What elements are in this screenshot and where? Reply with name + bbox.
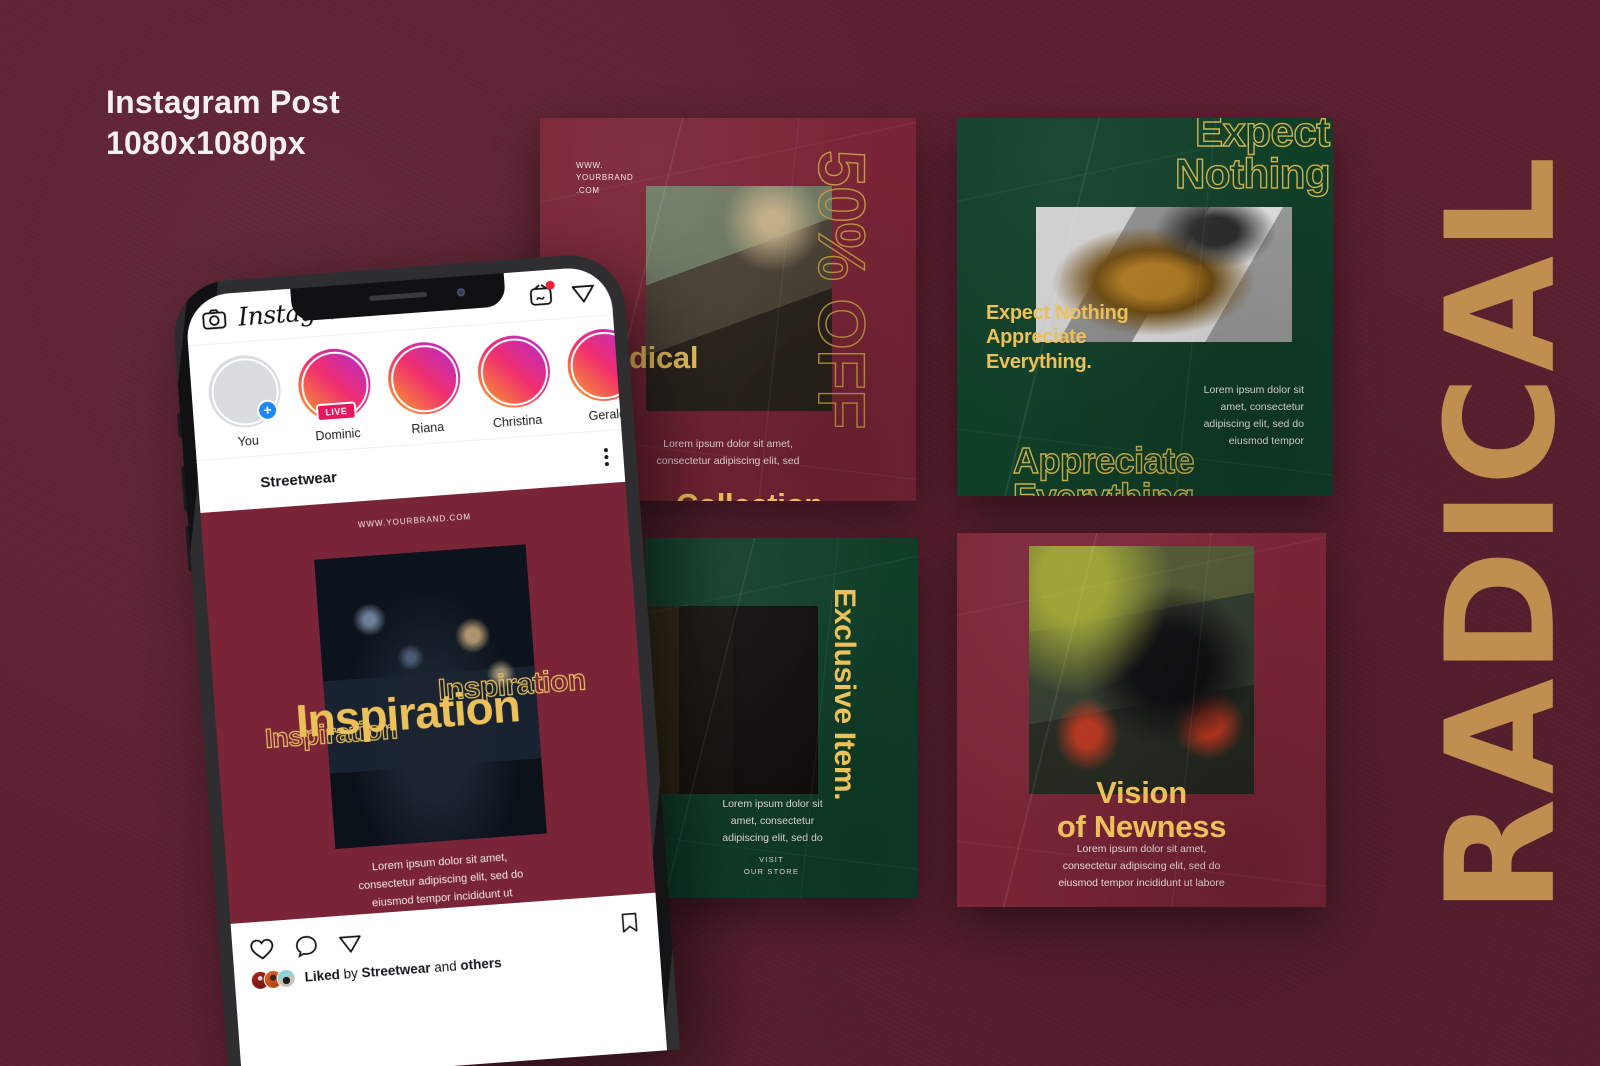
post-content: WWW.YOURBRAND.COM Inspiration Inspiratio… bbox=[200, 481, 656, 924]
camera-icon[interactable] bbox=[200, 305, 228, 333]
likes-and: and bbox=[433, 958, 458, 976]
front-camera bbox=[456, 288, 466, 297]
story-name: Dominic bbox=[315, 426, 362, 444]
card-1-discount-outline: 50% OFF bbox=[804, 149, 879, 429]
story-avatar bbox=[480, 337, 544, 343]
card-3-cta-line2: OUR STORE bbox=[743, 866, 800, 876]
post-author-avatar[interactable] bbox=[212, 466, 248, 503]
card-vision-of-newness[interactable]: Vision of Newness Lorem ipsum dolor sit … bbox=[957, 533, 1326, 907]
likes-mid: by bbox=[343, 965, 359, 982]
card-2-body: Lorem ipsum dolor sit amet, consectetur … bbox=[1203, 384, 1304, 447]
liker-avatars bbox=[250, 968, 297, 991]
story-ring bbox=[475, 333, 553, 411]
story-avatar bbox=[390, 344, 454, 350]
page-title: Instagram Post 1080x1080px bbox=[106, 82, 340, 164]
card-3-cta-line1: VISIT bbox=[759, 855, 784, 864]
story-name: Riana bbox=[410, 419, 445, 437]
likes-others[interactable]: others bbox=[460, 955, 502, 973]
card-4-title-line1: Vision bbox=[1096, 775, 1187, 810]
post-author-name[interactable]: Streetwear bbox=[260, 468, 338, 491]
story-item[interactable]: Riana bbox=[384, 339, 467, 438]
story-ring bbox=[385, 339, 463, 417]
card-1-brand-url: WWW. YOURBRAND .COM bbox=[576, 160, 633, 197]
story-item[interactable]: LIVE Dominic bbox=[294, 346, 377, 444]
card-1-title-bottom: Collection bbox=[676, 487, 823, 501]
card-1-brand-line3: .COM bbox=[576, 185, 600, 195]
card-2-title: Expect Nothing Appreciate Everything. bbox=[986, 301, 1129, 374]
share-icon[interactable] bbox=[336, 929, 364, 957]
phone-mockup: Instagram bbox=[170, 251, 680, 1066]
card-3-cta[interactable]: VISIT OUR STORE bbox=[645, 854, 898, 877]
story-item[interactable]: + You bbox=[204, 352, 287, 451]
story-avatar bbox=[569, 331, 633, 336]
post-options-icon[interactable] bbox=[603, 447, 610, 467]
card-4-photo bbox=[1029, 546, 1254, 794]
direct-message-icon[interactable] bbox=[569, 278, 597, 306]
likes-prefix: Liked bbox=[304, 967, 341, 985]
page-title-line2: 1080x1080px bbox=[106, 124, 306, 161]
card-2-title-line3: Everything. bbox=[986, 350, 1092, 373]
card-2-title-line2: Appreciate bbox=[986, 326, 1087, 349]
card-1-brand-line1: WWW. bbox=[576, 161, 604, 170]
card-3-body: Lorem ipsum dolor sit amet, consectetur … bbox=[722, 798, 823, 844]
add-story-plus-icon[interactable]: + bbox=[256, 399, 279, 422]
igtv-notification-dot bbox=[545, 280, 555, 291]
card-expect-nothing[interactable]: Expect Nothing Expect Nothing Appreciate… bbox=[957, 118, 1333, 496]
earpiece-speaker bbox=[368, 291, 428, 302]
bookmark-icon[interactable] bbox=[617, 909, 643, 935]
likes-author[interactable]: Streetwear bbox=[361, 960, 431, 980]
story-avatar bbox=[300, 351, 364, 356]
phone-screen: Instagram bbox=[184, 265, 668, 1066]
radical-vertical-text: RADICAL bbox=[1415, 152, 1590, 914]
story-avatar bbox=[210, 357, 274, 363]
card-2-outline-bottom-line2: Everything. bbox=[1012, 475, 1204, 496]
phone-body: Instagram bbox=[170, 251, 680, 1066]
story-name: You bbox=[237, 433, 260, 450]
card-1-brand-line2: YOURBRAND bbox=[576, 173, 634, 183]
page-title-line1: Instagram Post bbox=[106, 84, 340, 120]
card-4-title: Vision of Newness bbox=[957, 775, 1326, 845]
liker-avatar bbox=[276, 968, 297, 989]
card-2-outline-top-line2: Nothing bbox=[1174, 149, 1331, 197]
radical-vertical-wordmark: RADICAL bbox=[1402, 0, 1600, 1066]
igtv-icon[interactable] bbox=[527, 280, 555, 309]
live-badge: LIVE bbox=[315, 401, 357, 423]
card-3-title: Exclusive Item. bbox=[828, 588, 861, 801]
card-3-photo bbox=[645, 606, 818, 794]
comment-icon[interactable] bbox=[292, 932, 320, 960]
story-name: Christina bbox=[492, 412, 543, 431]
like-icon[interactable] bbox=[248, 935, 277, 964]
card-4-title-line2: of Newness bbox=[1056, 809, 1227, 845]
card-4-body: Lorem ipsum dolor sit amet, consectetur … bbox=[1058, 843, 1225, 889]
story-item[interactable]: Christina bbox=[473, 333, 556, 431]
card-exclusive-item[interactable]: Exclusive Item. Lorem ipsum dolor sit am… bbox=[645, 538, 918, 898]
card-2-title-line1: Expect Nothing bbox=[986, 302, 1129, 324]
